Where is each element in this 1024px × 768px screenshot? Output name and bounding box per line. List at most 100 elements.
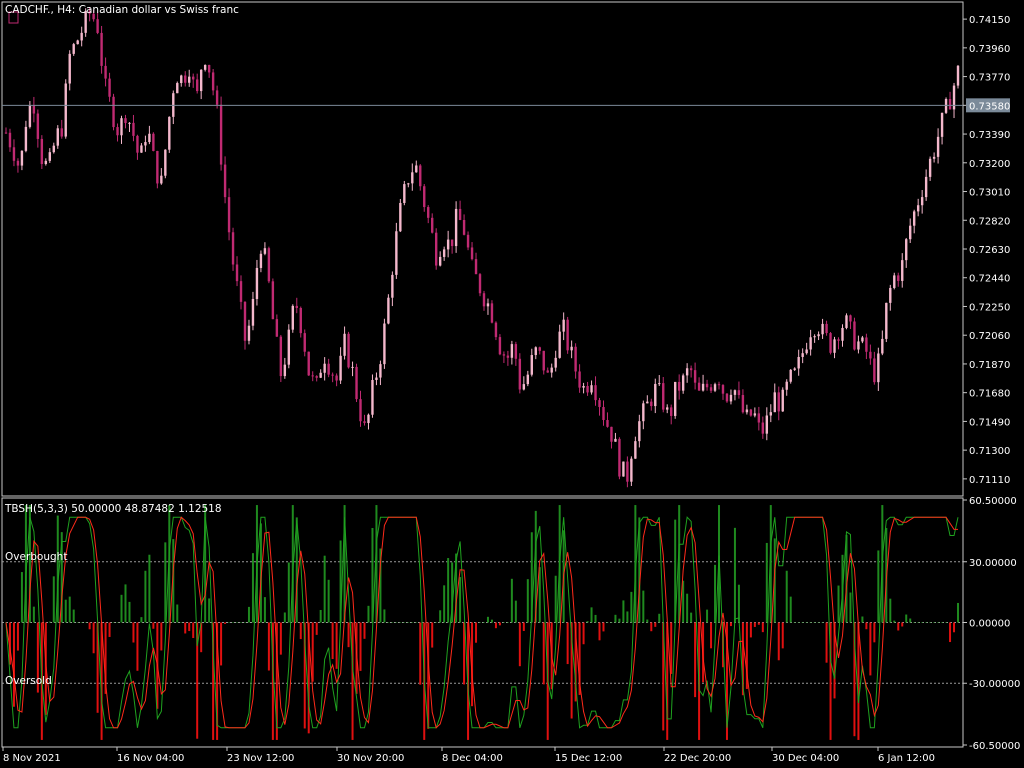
candle-body — [745, 409, 749, 413]
candle-body — [837, 339, 840, 341]
histogram-bar — [311, 622, 314, 682]
histogram-bar — [506, 622, 509, 623]
candle-body — [76, 40, 79, 45]
candle-body — [805, 349, 808, 354]
histogram-bar — [283, 612, 286, 623]
histogram-bar — [666, 622, 669, 740]
histogram-bar — [351, 622, 354, 740]
candle-body — [709, 387, 713, 391]
candle-body — [885, 302, 888, 339]
time-tick-label: 23 Nov 12:00 — [227, 753, 294, 764]
price-tick-label: 0.73770 — [969, 73, 1010, 84]
candle-body — [510, 344, 514, 358]
candle-body — [419, 165, 422, 187]
price-tick-label: 0.73390 — [969, 130, 1010, 141]
candle-body — [355, 366, 358, 400]
candle-body — [271, 281, 275, 320]
histogram-bar — [925, 622, 928, 623]
histogram-bar — [148, 554, 151, 623]
candle-body — [295, 305, 298, 308]
histogram-bar — [490, 619, 493, 623]
histogram-bar — [602, 622, 605, 632]
histogram-bar — [299, 622, 302, 640]
candle-body — [845, 315, 848, 328]
time-tick-label: 16 Nov 04:00 — [117, 753, 184, 764]
candle-body — [164, 149, 167, 176]
indicator-tick-label: 0.00000 — [969, 619, 1010, 630]
histogram-bar — [68, 596, 71, 623]
candle-body — [518, 358, 522, 390]
candle-body — [251, 298, 255, 326]
candle-body — [801, 353, 804, 357]
histogram-bar — [236, 622, 239, 623]
candle-body — [662, 383, 665, 410]
histogram-bar — [80, 622, 83, 623]
chart-terminal[interactable]: CADCHF., H4: Canadian dollar vs Swiss fr… — [0, 0, 1024, 768]
candle-body — [188, 76, 191, 83]
candle-body — [255, 267, 259, 299]
histogram-bar — [387, 622, 390, 623]
histogram-bar — [650, 622, 653, 632]
candle-body — [203, 64, 207, 70]
candle-body — [574, 346, 577, 372]
histogram-bar — [128, 601, 131, 623]
histogram-bar — [228, 622, 231, 623]
histogram-bar — [590, 607, 593, 623]
candle-body — [235, 264, 239, 282]
histogram-bar — [88, 622, 91, 630]
price-tick-label: 0.72440 — [969, 274, 1010, 285]
candle-body — [821, 323, 824, 335]
candle-body — [474, 259, 478, 275]
candle-body — [223, 164, 227, 198]
histogram-bar — [937, 622, 940, 623]
candle-body — [8, 132, 12, 148]
histogram-bar — [857, 622, 860, 740]
histogram-bar — [447, 558, 450, 623]
histogram-bar — [431, 622, 434, 648]
candle-body — [924, 176, 928, 198]
candle-body — [431, 217, 434, 233]
histogram-bar — [706, 609, 709, 623]
histogram-bar — [849, 592, 852, 623]
histogram-bar — [793, 622, 796, 623]
candle-body — [227, 197, 231, 233]
candle-body — [554, 357, 557, 368]
candle-body — [403, 184, 406, 203]
candle-body — [526, 374, 530, 385]
candle-body — [184, 75, 187, 83]
candle-body — [303, 333, 306, 352]
candle-body — [40, 138, 44, 165]
oversold-label: Oversold — [5, 675, 52, 687]
candle-body — [881, 338, 884, 354]
histogram-bar — [323, 555, 326, 623]
histogram-bar — [805, 622, 808, 623]
candle-body — [152, 133, 155, 152]
candle-body — [681, 375, 685, 391]
candle-body — [849, 315, 852, 322]
candle-body — [176, 83, 179, 94]
histogram-bar — [825, 622, 828, 663]
candle-body — [833, 339, 836, 353]
price-tick-label: 0.73960 — [969, 44, 1010, 55]
candle-body — [327, 363, 330, 375]
candle-body — [395, 231, 398, 275]
histogram-bar — [654, 622, 657, 627]
candle-body — [263, 248, 267, 254]
candle-body — [693, 370, 697, 383]
candle-body — [721, 385, 725, 394]
histogram-bar — [781, 622, 784, 649]
candle-body — [952, 85, 956, 110]
histogram-bar — [164, 542, 167, 623]
histogram-bar — [749, 622, 752, 638]
histogram-bar — [72, 609, 75, 623]
candle-body — [478, 274, 482, 294]
candle-body — [789, 369, 792, 382]
candle-body — [618, 438, 621, 477]
candle-body — [857, 341, 860, 350]
candle-body — [948, 99, 952, 110]
candle-body — [685, 368, 689, 376]
candle-body — [749, 409, 753, 416]
histogram-bar — [801, 622, 804, 623]
histogram-bar — [224, 622, 227, 624]
histogram-bar — [889, 598, 892, 623]
